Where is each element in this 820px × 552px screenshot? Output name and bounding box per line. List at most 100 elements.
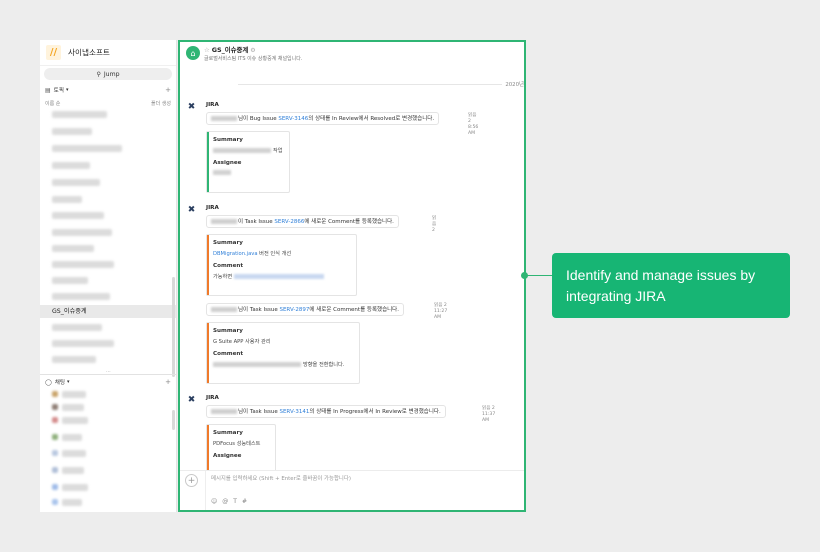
message-bubble[interactable]: 님이 Task Issue SERV-3141의 상태를 In Progress… bbox=[206, 405, 446, 418]
callout-connector bbox=[527, 275, 553, 276]
summary-value: PDFocus 성능테스트 bbox=[213, 441, 261, 447]
chat-header: 채팅 bbox=[54, 380, 66, 386]
org-name: 사이냅소프트 bbox=[68, 48, 110, 57]
star-icon[interactable]: ☆ bbox=[204, 46, 210, 54]
topic-item[interactable] bbox=[52, 277, 88, 284]
topic-item[interactable] bbox=[52, 111, 107, 118]
section-divider bbox=[40, 374, 176, 375]
summary-label: Summary bbox=[213, 240, 243, 246]
add-attachment-icon[interactable]: + bbox=[185, 474, 198, 487]
composer-toolbar: ☺ @ T # bbox=[211, 498, 247, 505]
sender-name[interactable]: JIRA bbox=[206, 395, 219, 401]
issue-card[interactable]: Summary DBMigration.java 버전 인식 개선 Commen… bbox=[206, 234, 357, 296]
sender-name[interactable]: JIRA bbox=[206, 205, 219, 211]
message-input-box[interactable]: 메시지를 입력하세요 (Shift + Enter로 줄바꿈이 가능합니다) ☺… bbox=[205, 471, 523, 510]
issue-link[interactable]: SERV-2897 bbox=[279, 307, 309, 313]
topic-item[interactable] bbox=[52, 145, 122, 152]
message-composer: + 메시지를 입력하세요 (Shift + Enter로 줄바꿈이 가능합니다)… bbox=[180, 470, 524, 510]
assignee-value bbox=[213, 170, 285, 176]
topics-scrollbar[interactable] bbox=[172, 277, 175, 377]
chat-item[interactable] bbox=[62, 467, 84, 474]
chat-item[interactable] bbox=[62, 404, 84, 411]
avatar bbox=[52, 404, 58, 410]
sender-name[interactable]: JIRA bbox=[206, 102, 219, 108]
message-meta: 읽음 2 8:56 AM bbox=[468, 113, 478, 137]
summary-label: Summary bbox=[213, 430, 243, 436]
text-format-icon[interactable]: T bbox=[233, 498, 237, 505]
issue-card[interactable]: Summary 작업 Assignee bbox=[206, 131, 290, 193]
summary-value: DBMigration.java 버전 인식 개선 bbox=[213, 251, 292, 257]
chat-panel: ⌂ ☆ GS_이슈중계 ⚙ 글로벌서비스팀 ITS 이슈 상황중계 채널입니다. 2… bbox=[178, 40, 526, 512]
summary-label: Summary bbox=[213, 137, 243, 143]
summary-label: Summary bbox=[213, 328, 243, 334]
jump-label: Jump bbox=[103, 70, 120, 78]
topic-item[interactable] bbox=[52, 340, 114, 347]
sidebar-item-gs-issue[interactable]: GS_이슈중계 bbox=[40, 305, 176, 318]
message-meta: 읽음 2 11:27 AM bbox=[434, 303, 447, 321]
sort-dropdown[interactable]: 이름 순 bbox=[45, 100, 60, 107]
summary-value: G Suite APP 사용자 관리 bbox=[213, 339, 271, 345]
message-meta: 읽음 2 11:37 AM bbox=[482, 406, 495, 424]
avatar bbox=[52, 467, 58, 473]
file-link[interactable]: DBMigration.java bbox=[213, 251, 258, 257]
add-topic-icon[interactable]: + bbox=[165, 86, 171, 94]
chat-item[interactable] bbox=[62, 434, 82, 441]
timestamp: 8:56 AM bbox=[468, 125, 479, 136]
message-input[interactable]: 메시지를 입력하세요 (Shift + Enter로 줄바꿈이 가능합니다) bbox=[211, 474, 351, 482]
topic-item[interactable] bbox=[52, 324, 102, 331]
assignee-label: Assignee bbox=[213, 453, 242, 459]
issue-link[interactable]: SERV-2866 bbox=[274, 219, 304, 225]
comment-label: Comment bbox=[213, 263, 244, 269]
org-header[interactable]: // 사이냅소프트 bbox=[40, 40, 176, 66]
topic-item[interactable] bbox=[52, 162, 90, 169]
chat-item[interactable] bbox=[62, 417, 88, 424]
topic-item[interactable] bbox=[52, 212, 104, 219]
issue-link[interactable]: SERV-3141 bbox=[279, 409, 309, 415]
jira-bot-icon[interactable]: ✖ bbox=[186, 205, 197, 216]
avatar bbox=[52, 450, 58, 456]
chat-item[interactable] bbox=[62, 391, 86, 398]
mention-icon[interactable]: @ bbox=[222, 498, 228, 505]
channel-description: 글로벌서비스팀 ITS 이슈 상황중계 채널입니다. bbox=[204, 56, 303, 62]
assignee-label: Assignee bbox=[213, 160, 242, 166]
comment-label: Comment bbox=[213, 351, 244, 357]
chat-item[interactable] bbox=[62, 484, 88, 491]
message-bubble[interactable]: 님이 Task Issue SERV-2897에 새로운 Comment를 등록… bbox=[206, 303, 404, 316]
chevron-down-icon: ▾ bbox=[65, 87, 69, 93]
jump-button[interactable]: ⚲ Jump bbox=[44, 68, 172, 80]
jira-bot-icon[interactable]: ✖ bbox=[186, 395, 197, 406]
sidebar: // 사이냅소프트 ⚲ Jump ▤ 토픽 ▾ + 이름 순 폴더 생성 GS_… bbox=[40, 40, 177, 512]
search-icon: ⚲ bbox=[96, 70, 101, 78]
chat-item[interactable] bbox=[62, 499, 82, 506]
emoji-icon[interactable]: ☺ bbox=[211, 498, 217, 505]
add-chat-icon[interactable]: + bbox=[165, 378, 171, 386]
chat-item[interactable] bbox=[62, 450, 86, 457]
chevron-down-icon: ▾ bbox=[67, 379, 70, 385]
create-folder-link[interactable]: 폴더 생성 bbox=[151, 100, 171, 107]
chat-section-header[interactable]: ◯ 채팅 ▾ + bbox=[45, 377, 171, 387]
chats-scrollbar[interactable] bbox=[172, 410, 175, 430]
topic-item[interactable] bbox=[52, 196, 82, 203]
topics-section-header[interactable]: ▤ 토픽 ▾ + bbox=[45, 85, 171, 95]
issue-card[interactable]: Summary G Suite APP 사용자 관리 Comment 방향을 전… bbox=[206, 322, 360, 384]
topic-item[interactable] bbox=[52, 128, 92, 135]
timestamp: 11:27 AM bbox=[434, 309, 448, 320]
topic-item[interactable] bbox=[52, 261, 114, 268]
topic-item[interactable] bbox=[52, 229, 112, 236]
issue-link[interactable]: SERV-3146 bbox=[278, 116, 308, 122]
topic-item[interactable] bbox=[52, 356, 96, 363]
topic-item[interactable] bbox=[52, 245, 94, 252]
hashtag-icon[interactable]: # bbox=[242, 498, 247, 505]
jira-bot-icon[interactable]: ✖ bbox=[186, 102, 197, 113]
message-bubble[interactable]: 님이 Bug Issue SERV-3146의 상태를 In Review에서 … bbox=[206, 112, 440, 125]
read-count: 읽음 2 bbox=[468, 113, 477, 124]
message-meta: 읽음 2 bbox=[432, 216, 436, 234]
settings-icon[interactable]: ⚙ bbox=[250, 47, 255, 54]
comment-value: 가능하면 bbox=[213, 273, 352, 280]
chat-bubble-icon: ◯ bbox=[45, 378, 52, 386]
channel-avatar-icon[interactable]: ⌂ bbox=[186, 46, 200, 60]
message-bubble[interactable]: 이 Task Issue SERV-2866에 새로운 Comment를 등록했… bbox=[206, 215, 399, 228]
topic-item[interactable] bbox=[52, 293, 110, 300]
issue-card[interactable]: Summary PDFocus 성능테스트 Assignee bbox=[206, 424, 276, 472]
topic-item[interactable] bbox=[52, 179, 100, 186]
